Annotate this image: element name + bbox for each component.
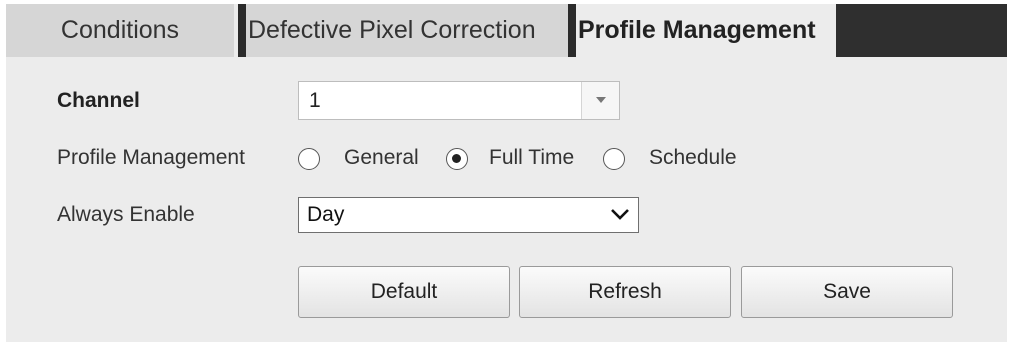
- settings-panel: Conditions Defective Pixel Correction Pr…: [6, 4, 1007, 342]
- radio-general[interactable]: [298, 148, 320, 170]
- refresh-button[interactable]: Refresh: [519, 266, 731, 318]
- always-enable-select-value: Day: [307, 203, 345, 226]
- profile-management-label: Profile Management: [57, 146, 245, 169]
- tab-separator: [568, 4, 576, 57]
- channel-select[interactable]: 1: [298, 81, 620, 120]
- tab-defective-pixel-correction[interactable]: Defective Pixel Correction: [246, 4, 568, 57]
- tab-profile-management-label: Profile Management: [578, 16, 816, 44]
- radio-general-label[interactable]: General: [344, 146, 419, 170]
- tab-bar: Conditions Defective Pixel Correction Pr…: [6, 4, 1007, 57]
- chevron-down-icon: [596, 97, 606, 103]
- save-button[interactable]: Save: [741, 266, 953, 318]
- channel-dropdown-button[interactable]: [581, 82, 619, 119]
- radio-schedule[interactable]: [603, 148, 625, 170]
- radio-checked-icon: [452, 154, 461, 163]
- always-enable-select[interactable]: Day: [298, 197, 639, 233]
- tab-separator: [238, 4, 246, 57]
- tab-conditions-label: Conditions: [60, 16, 180, 44]
- radio-full-time[interactable]: [446, 148, 468, 170]
- tab-profile-management[interactable]: Profile Management: [576, 4, 836, 57]
- channel-select-value: 1: [309, 89, 321, 112]
- tab-defective-pixel-correction-label: Defective Pixel Correction: [248, 16, 536, 44]
- chevron-down-icon: [611, 209, 629, 220]
- tab-bar-filler: [836, 4, 1007, 57]
- default-button[interactable]: Default: [298, 266, 510, 318]
- tab-conditions[interactable]: Conditions: [6, 4, 234, 57]
- radio-full-time-label[interactable]: Full Time: [489, 146, 574, 170]
- channel-label: Channel: [57, 89, 140, 112]
- radio-schedule-label[interactable]: Schedule: [649, 146, 737, 170]
- always-enable-label: Always Enable: [57, 203, 195, 226]
